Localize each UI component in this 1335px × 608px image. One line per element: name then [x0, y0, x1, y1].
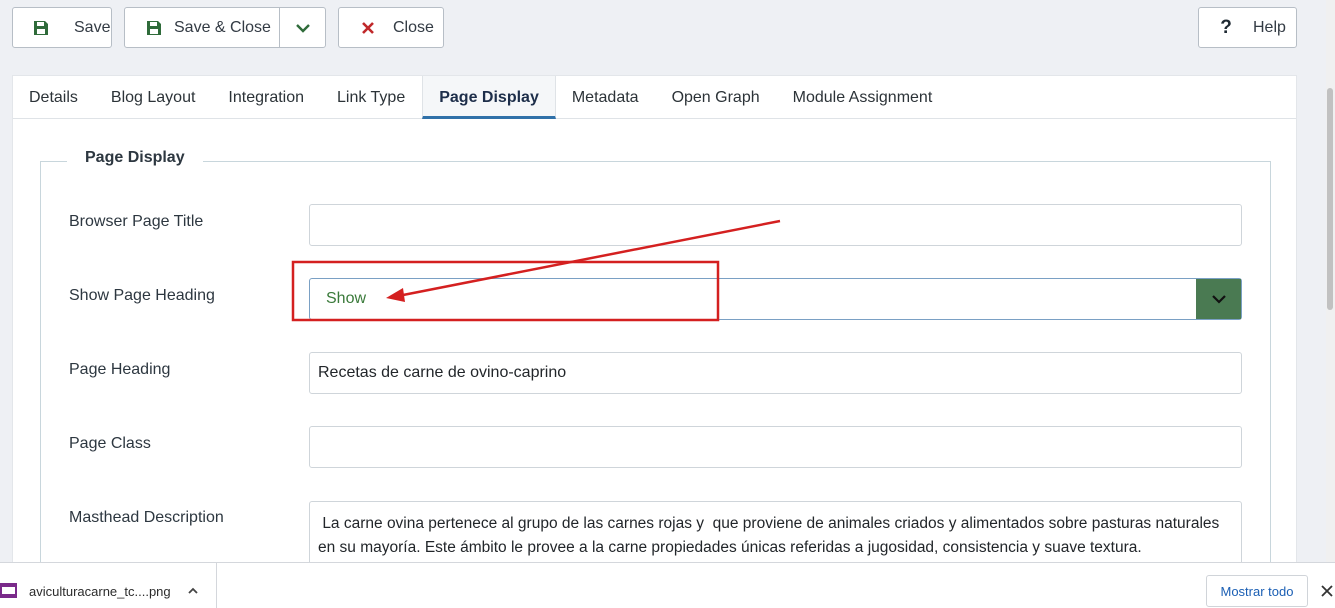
close-button[interactable]: Close	[338, 7, 444, 48]
help-button[interactable]: ? Help	[1198, 7, 1297, 48]
tab-open-graph[interactable]: Open Graph	[656, 76, 777, 119]
download-item[interactable]: aviculturacarne_tc....png	[0, 563, 217, 608]
tab-integration[interactable]: Integration	[212, 76, 321, 119]
save-button[interactable]: Save	[12, 7, 112, 48]
download-bar: aviculturacarne_tc....png Mostrar todo	[0, 562, 1335, 608]
masthead-description-label: Masthead Description	[69, 509, 224, 526]
show-all-downloads-button[interactable]: Mostrar todo	[1206, 575, 1308, 607]
question-mark-icon: ?	[1220, 16, 1232, 38]
edit-panel: Details Blog Layout Integration Link Typ…	[12, 75, 1297, 601]
show-page-heading-label: Show Page Heading	[69, 287, 215, 304]
save-and-close-label: Save & Close	[174, 18, 271, 36]
help-button-label: Help	[1253, 18, 1286, 36]
chevron-down-icon	[296, 23, 310, 33]
tab-blog-layout[interactable]: Blog Layout	[95, 76, 213, 119]
page-class-label: Page Class	[69, 435, 151, 452]
close-button-label: Close	[393, 18, 434, 36]
tab-page-display[interactable]: Page Display	[422, 76, 556, 119]
tab-link-type[interactable]: Link Type	[321, 76, 422, 119]
chevron-down-icon	[1211, 295, 1226, 304]
page-heading-input[interactable]: Recetas de carne de ovino-caprino	[309, 352, 1242, 394]
png-file-icon	[0, 583, 17, 598]
tab-metadata[interactable]: Metadata	[556, 76, 656, 119]
browser-page-title-input[interactable]	[309, 204, 1242, 246]
toolbar: Save Save & Close Close ? Help	[0, 0, 1335, 62]
show-page-heading-select[interactable]: Show	[309, 278, 1242, 320]
close-x-icon	[358, 18, 378, 38]
floppy-disk-icon	[144, 18, 164, 38]
page-class-input[interactable]	[309, 426, 1242, 468]
save-button-label: Save	[74, 18, 111, 36]
page-scrollbar[interactable]	[1326, 0, 1335, 562]
chevron-up-icon[interactable]	[186, 584, 200, 598]
floppy-disk-icon	[31, 18, 51, 38]
download-file-name: aviculturacarne_tc....png	[29, 584, 171, 599]
page-scrollbar-thumb[interactable]	[1327, 88, 1333, 310]
browser-page-title-label: Browser Page Title	[69, 213, 204, 230]
fieldset-legend: Page Display	[67, 149, 203, 167]
save-and-close-button[interactable]: Save & Close	[124, 7, 326, 48]
tab-details[interactable]: Details	[13, 76, 95, 119]
tab-bar: Details Blog Layout Integration Link Typ…	[13, 76, 1296, 119]
page-heading-label: Page Heading	[69, 361, 171, 378]
tab-module-assignment[interactable]: Module Assignment	[777, 76, 950, 119]
save-options-dropdown-toggle[interactable]	[279, 8, 326, 47]
close-icon[interactable]	[1320, 584, 1334, 598]
select-caret[interactable]	[1196, 279, 1241, 319]
show-page-heading-value: Show	[326, 290, 367, 307]
